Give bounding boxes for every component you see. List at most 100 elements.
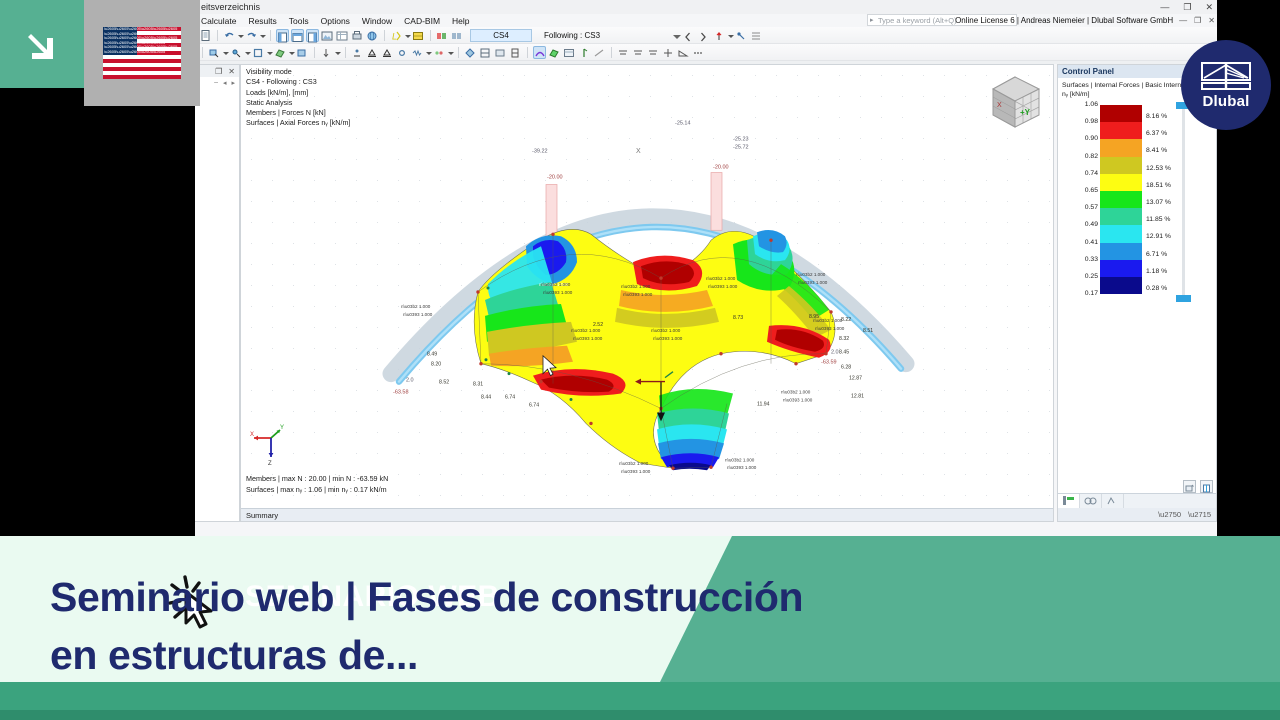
- construction-stage-select[interactable]: CS4: [470, 28, 532, 42]
- tree-item[interactable]: Lines: [195, 496, 239, 506]
- view-panel-2-icon[interactable]: [291, 28, 304, 42]
- maximize-icon[interactable]: ❐: [1183, 2, 1191, 13]
- support-surface-icon[interactable]: [381, 46, 394, 59]
- navigator-prev-icon[interactable]: ◂: [223, 79, 227, 87]
- prev-stage-icon[interactable]: [683, 29, 696, 42]
- tree-item[interactable]: Max/Min Information: [195, 475, 239, 485]
- node-tool-dropdown-icon[interactable]: [245, 46, 251, 59]
- line-tool-dropdown-icon[interactable]: [267, 46, 273, 59]
- solid-tool-icon[interactable]: [296, 46, 309, 59]
- control-panel-actions[interactable]: [1183, 480, 1213, 493]
- menu-item-window[interactable]: Window: [362, 16, 392, 26]
- navigator-close-icon[interactable]: ✕: [228, 67, 235, 76]
- tree-item[interactable]: mᵧ: [195, 245, 239, 255]
- deformation-result-icon[interactable]: [533, 45, 546, 59]
- menu-item-results[interactable]: Results: [248, 16, 276, 26]
- undo-icon[interactable]: [223, 29, 236, 42]
- tree-item[interactable]: Distribution of Loads: [195, 390, 239, 400]
- tree-item[interactable]: vᵧ: [195, 276, 239, 286]
- navigation-cube-icon[interactable]: +Y X: [985, 69, 1047, 131]
- tab-color-scale[interactable]: [1058, 494, 1080, 508]
- tree-item[interactable]: φz: [195, 162, 239, 172]
- overflow-icon[interactable]: [692, 46, 705, 59]
- measure-icon[interactable]: [593, 46, 606, 59]
- legend-scale-icon[interactable]: [1200, 480, 1213, 493]
- more-tools-icon[interactable]: [750, 29, 763, 42]
- tree-item[interactable]: Support Reactions: [195, 380, 239, 390]
- tree-item[interactable]: Values on Surfaces: [195, 401, 239, 411]
- construction-stage-icon[interactable]: [451, 29, 464, 42]
- align-bottom-icon[interactable]: [647, 46, 660, 59]
- legend-settings-icon[interactable]: [1183, 480, 1196, 493]
- model-viewport[interactable]: -39.22 -25.14 -25.23 -25.72 -20.00 -20.0…: [240, 64, 1054, 522]
- rendering-icon[interactable]: [464, 46, 477, 59]
- tree-item[interactable]: uy: [195, 120, 239, 130]
- render-view-icon[interactable]: [321, 29, 334, 42]
- rotate-icon[interactable]: [662, 46, 675, 59]
- globe-icon[interactable]: [366, 29, 379, 42]
- tree-item[interactable]: mₓᵧ: [195, 255, 239, 265]
- tree-item[interactable]: nₓᵧ: [195, 307, 239, 317]
- tree-item[interactable]: Title Information: [195, 465, 239, 475]
- spring-icon[interactable]: [411, 46, 424, 59]
- view-panel-3-icon[interactable]: [306, 28, 319, 42]
- select-dropdown-icon[interactable]: [223, 46, 229, 59]
- tree-item[interactable]: Members: [195, 172, 239, 182]
- load-case-icon[interactable]: L: [390, 29, 403, 42]
- node-snap-icon[interactable]: [735, 29, 748, 42]
- document-window-controls[interactable]: — ❐ ✕: [1179, 16, 1215, 25]
- result-table-icon[interactable]: [563, 46, 576, 59]
- release-dropdown-icon[interactable]: [448, 46, 454, 59]
- undo-dropdown-icon[interactable]: [238, 29, 244, 42]
- tree-item[interactable]: φy: [195, 151, 239, 161]
- tree-item[interactable]: Strains: [195, 349, 239, 359]
- doc-minimize-icon[interactable]: —: [1179, 16, 1187, 25]
- section-icon[interactable]: [509, 46, 522, 59]
- tree-item[interactable]: Shape: [195, 370, 239, 380]
- spring-dropdown-icon[interactable]: [426, 46, 432, 59]
- support-node-icon[interactable]: [351, 46, 364, 59]
- load-tool-icon[interactable]: [320, 46, 333, 59]
- pin-dropdown-icon[interactable]: [728, 29, 735, 42]
- tree-item[interactable]: Deformation: [195, 486, 239, 496]
- tree-item[interactable]: nᵧ: [195, 297, 239, 307]
- navigator-tree-bottom[interactable]: Result ValuesTitle InformationMax/Min In…: [195, 454, 239, 517]
- navigator-next-icon[interactable]: ▸: [231, 79, 235, 87]
- redo-icon[interactable]: [245, 29, 258, 42]
- tab-filter[interactable]: [1080, 494, 1102, 508]
- legend-slider-knob-bottom[interactable]: [1176, 295, 1191, 302]
- tree-item[interactable]: Basic Internal Forces: [195, 224, 239, 234]
- transparency-icon[interactable]: [494, 46, 507, 59]
- grid-icon[interactable]: [412, 29, 425, 42]
- tree-item[interactable]: Layer Side: [195, 193, 239, 203]
- menu-item-tools[interactable]: Tools: [289, 16, 309, 26]
- surface-result-icon[interactable]: [548, 46, 561, 59]
- navigator-tree[interactable]: Global Deformations|u|uxuyuzφxφyφzMember…: [195, 88, 239, 411]
- menu-item-help[interactable]: Help: [452, 16, 469, 26]
- pin-icon[interactable]: [713, 29, 726, 42]
- view-panel-1-icon[interactable]: [276, 28, 289, 42]
- print-icon[interactable]: [351, 29, 364, 42]
- tree-item[interactable]: |u|: [195, 99, 239, 109]
- tree-item[interactable]: Isotropic Characteristics: [195, 359, 239, 369]
- hinge-icon[interactable]: [396, 46, 409, 59]
- tree-item[interactable]: Surfaces: [195, 183, 239, 193]
- new-file-icon[interactable]: [199, 29, 212, 42]
- next-stage-icon[interactable]: [698, 29, 711, 42]
- result-diagram-icon[interactable]: [578, 46, 591, 59]
- tree-item[interactable]: uz: [195, 131, 239, 141]
- tree-item[interactable]: Internal Forces: [195, 214, 239, 224]
- select-object-icon[interactable]: [208, 46, 221, 59]
- line-tool-icon[interactable]: [252, 46, 265, 59]
- surface-tool-dropdown-icon[interactable]: [289, 46, 295, 59]
- chevron-down-icon[interactable]: [672, 29, 682, 42]
- construction-stage-add-icon[interactable]: [436, 29, 449, 42]
- menu-item-options[interactable]: Options: [321, 16, 350, 26]
- load-case-dropdown-icon[interactable]: [405, 29, 411, 42]
- fea-model-render[interactable]: -39.22 -25.14 -25.23 -25.72 -20.00 -20.0…: [241, 65, 1053, 521]
- angle-icon[interactable]: [677, 46, 690, 59]
- table-view-icon[interactable]: [336, 29, 349, 42]
- support-line-icon[interactable]: [366, 46, 379, 59]
- result-legend[interactable]: 1.06 0.98 0.90 0.82 0.74 0.65 0.57 0.49 0.41 0.33…: [1058, 101, 1216, 320]
- node-tool-icon[interactable]: [230, 46, 243, 59]
